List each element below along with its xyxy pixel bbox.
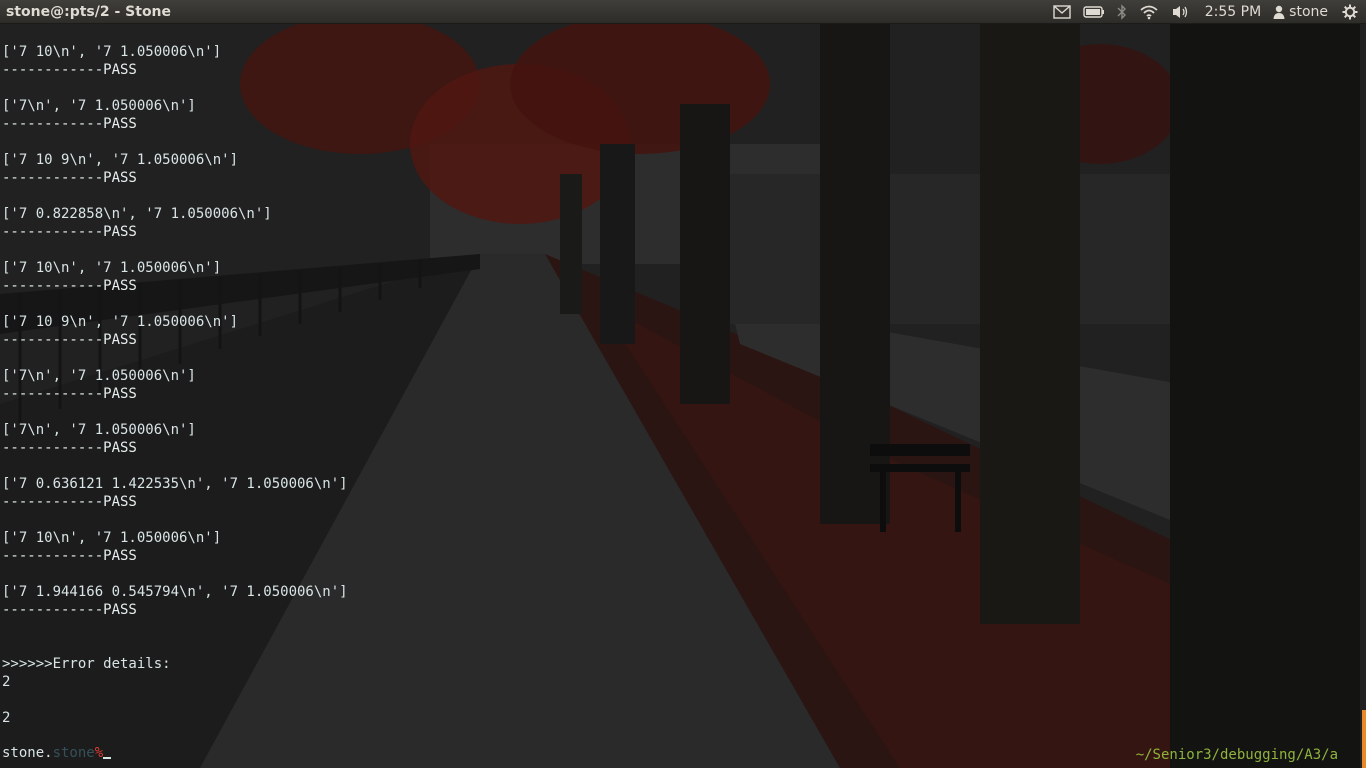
terminal-line: ['7\n', '7 1.050006\n'] — [2, 422, 196, 438]
terminal-line: ------------PASS — [2, 278, 137, 294]
mail-icon[interactable] — [1047, 0, 1077, 24]
terminal-output: ['7 10\n', '7 1.050006\n'] ------------PA… — [2, 43, 348, 727]
terminal-window[interactable]: ['7 10\n', '7 1.050006\n'] ------------PA… — [0, 24, 1366, 768]
terminal-line: ['7 0.822858\n', '7 1.050006\n'] — [2, 206, 272, 222]
battery-icon[interactable] — [1077, 0, 1111, 24]
user-icon — [1273, 5, 1285, 19]
prompt-symbol: % — [94, 745, 104, 761]
wifi-icon[interactable] — [1133, 0, 1165, 24]
text-cursor — [103, 757, 112, 759]
terminal-line: >>>>>>Error details: — [2, 656, 171, 672]
terminal-line: ['7 10\n', '7 1.050006\n'] — [2, 260, 222, 276]
terminal-line: ['7 1.944166 0.545794\n', '7 1.050006\n'… — [2, 584, 348, 600]
terminal-line: ------------PASS — [2, 602, 137, 618]
terminal-line: ------------PASS — [2, 62, 137, 78]
terminal-line: ------------PASS — [2, 116, 137, 132]
prompt-user: stone — [52, 745, 95, 761]
gear-icon[interactable] — [1336, 0, 1366, 24]
terminal-line: ['7 10 9\n', '7 1.050006\n'] — [2, 152, 239, 168]
terminal-line: ------------PASS — [2, 548, 137, 564]
window-title: stone@:pts/2 - Stone — [6, 3, 172, 20]
user-menu[interactable]: stone — [1269, 4, 1336, 20]
terminal-line: ------------PASS — [2, 494, 137, 510]
shell-prompt[interactable]: stone.stone% — [2, 744, 112, 762]
username: stone — [1289, 3, 1328, 20]
terminal-line: ['7 10\n', '7 1.050006\n'] — [2, 530, 222, 546]
terminal-line: ------------PASS — [2, 440, 137, 456]
terminal-line: ['7 10 9\n', '7 1.050006\n'] — [2, 314, 239, 330]
scrollbar-indicator[interactable] — [1362, 710, 1366, 768]
terminal-line: ['7 10\n', '7 1.050006\n'] — [2, 44, 222, 60]
terminal-line: ['7\n', '7 1.050006\n'] — [2, 98, 196, 114]
volume-icon[interactable] — [1165, 0, 1197, 24]
terminal-line: ['7\n', '7 1.050006\n'] — [2, 368, 196, 384]
current-directory: ~/Senior3/debugging/A3/a — [1135, 747, 1338, 763]
terminal-line: ------------PASS — [2, 332, 137, 348]
terminal-line: ['7 0.636121 1.422535\n', '7 1.050006\n'… — [2, 476, 348, 492]
terminal-line: ------------PASS — [2, 386, 137, 402]
terminal-line: ------------PASS — [2, 170, 137, 186]
terminal-line: 2 — [2, 710, 11, 726]
top-panel: stone@:pts/2 - Stone 2:55 PM stone — [0, 0, 1366, 24]
prompt-host: stone. — [2, 745, 53, 761]
terminal-line: 2 — [2, 674, 11, 690]
bluetooth-icon[interactable] — [1111, 0, 1133, 24]
clock[interactable]: 2:55 PM — [1197, 4, 1269, 20]
terminal-line: ------------PASS — [2, 224, 137, 240]
